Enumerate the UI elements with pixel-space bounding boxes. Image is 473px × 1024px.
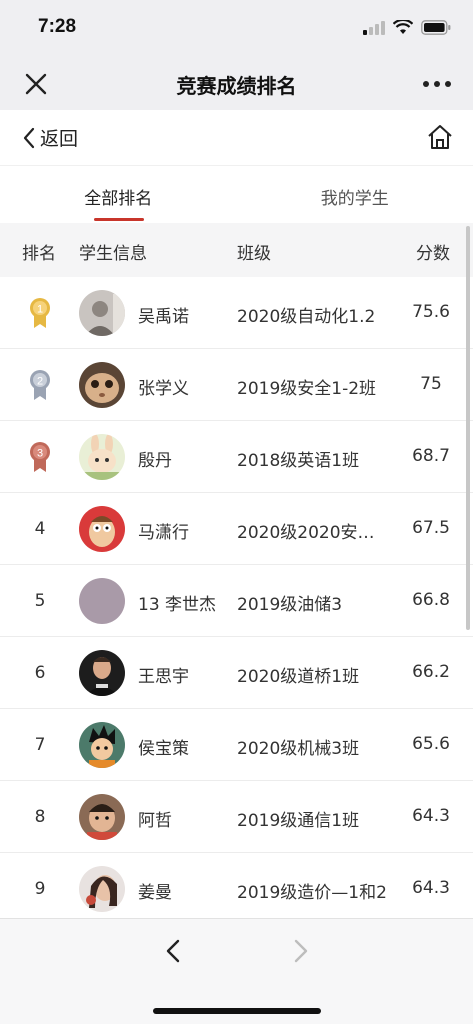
- silver-medal-icon: 2: [30, 370, 50, 400]
- class-name: 2019级安全1-2班: [237, 379, 377, 399]
- column-header-score: 分数: [416, 244, 450, 264]
- avatar: [79, 578, 125, 624]
- status-icons: [363, 20, 451, 35]
- avatar: [79, 794, 125, 840]
- class-name: 2019级油储3: [237, 595, 343, 615]
- student-name: 侯宝策: [138, 739, 189, 759]
- table-row[interactable]: 6 王思宇 2020级道桥1班 66.2: [0, 637, 473, 709]
- active-tab-indicator: [94, 218, 144, 221]
- bronze-medal-icon: 3: [30, 442, 50, 472]
- table-row[interactable]: 7 侯宝策 2020级机械3班 65.6: [0, 709, 473, 781]
- class-name: 2020级自动化1.2: [237, 307, 376, 327]
- class-name: 2019级造价—1和2: [237, 883, 387, 903]
- rank-cell: 1: [22, 277, 58, 349]
- rank-number: 6: [34, 663, 46, 683]
- status-time: 7:28: [38, 16, 77, 37]
- avatar: [79, 434, 125, 480]
- gold-medal-icon: 1: [30, 298, 50, 328]
- class-name: 2020级机械3班: [237, 739, 360, 759]
- column-header-rank: 排名: [22, 244, 56, 264]
- rank-cell: 2: [22, 349, 58, 421]
- battery-icon: [421, 20, 451, 35]
- score: 67.5: [412, 518, 450, 538]
- table-row[interactable]: 9 姜曼 2019级造价—1和2 64.3: [0, 853, 473, 918]
- chevron-right-icon[interactable]: [286, 937, 314, 965]
- home-icon[interactable]: [425, 122, 455, 152]
- more-options-icon[interactable]: [421, 72, 453, 96]
- student-name: 王思宇: [138, 667, 189, 687]
- title-bar: 竞赛成绩排名: [0, 58, 473, 110]
- class-name: 2020级道桥1班: [237, 667, 360, 687]
- student-name: 吴禹诺: [138, 307, 189, 327]
- rank-number: 1: [37, 304, 43, 316]
- student-name: 殷丹: [138, 451, 172, 471]
- avatar: [79, 362, 125, 408]
- rank-number: 2: [37, 376, 43, 388]
- score: 68.7: [412, 446, 450, 466]
- score: 75: [420, 374, 442, 394]
- column-header-student: 学生信息: [79, 244, 147, 264]
- table-header: 排名 学生信息 班级 分数: [0, 223, 473, 277]
- back-button[interactable]: 返回: [22, 124, 78, 151]
- main-content: 返回 全部排名 我的学生 排名 学生信息 班级 分数 1 吴禹诺 2020级自动…: [0, 110, 473, 918]
- rank-number: 5: [34, 591, 46, 611]
- student-name: 马潇行: [138, 523, 189, 543]
- rank-number: 7: [34, 735, 46, 755]
- score: 66.8: [412, 590, 450, 610]
- rank-number: 4: [34, 519, 46, 539]
- table-row[interactable]: 4 马潇行 2020级2020安全… 67.5: [0, 493, 473, 565]
- nav-row: 返回: [0, 110, 473, 166]
- cellular-signal-icon: [363, 20, 385, 35]
- table-row[interactable]: 2 张学义 2019级安全1-2班 75: [0, 349, 473, 421]
- score: 75.6: [412, 302, 450, 322]
- bottom-toolbar: [0, 918, 473, 1024]
- scrollbar[interactable]: [466, 226, 470, 630]
- back-label: 返回: [40, 128, 79, 150]
- page-title: 竞赛成绩排名: [176, 74, 297, 98]
- table-row[interactable]: 3 殷丹 2018级英语1班 68.7: [0, 421, 473, 493]
- tab-my-students[interactable]: 我的学生: [237, 166, 473, 223]
- chevron-left-icon: [23, 127, 35, 148]
- wifi-icon: [393, 20, 413, 34]
- score: 66.2: [412, 662, 450, 682]
- student-name: 13 李世杰: [138, 595, 217, 615]
- score: 65.6: [412, 734, 450, 754]
- tab-all-ranking[interactable]: 全部排名: [0, 166, 237, 223]
- avatar: [79, 506, 125, 552]
- rank-cell: 3: [22, 421, 58, 493]
- rank-number: 3: [37, 448, 43, 460]
- student-name: 张学义: [138, 379, 189, 399]
- column-header-class: 班级: [237, 244, 271, 264]
- score: 64.3: [412, 878, 450, 898]
- table-row[interactable]: 5 13 李世杰 2019级油储3 66.8: [0, 565, 473, 637]
- tab-bar: 全部排名 我的学生: [0, 166, 473, 223]
- score: 64.3: [412, 806, 450, 826]
- avatar: [79, 866, 125, 912]
- avatar: [79, 722, 125, 768]
- class-name: 2020级2020安全…: [237, 523, 387, 543]
- student-name: 阿哲: [138, 811, 172, 831]
- class-name: 2018级英语1班: [237, 451, 360, 471]
- rank-number: 9: [34, 879, 46, 899]
- class-name: 2019级通信1班: [237, 811, 360, 831]
- avatar: [79, 290, 125, 336]
- chevron-left-icon[interactable]: [160, 937, 188, 965]
- status-bar: 7:28: [0, 0, 473, 58]
- table-row[interactable]: 1 吴禹诺 2020级自动化1.2 75.6: [0, 277, 473, 349]
- student-name: 姜曼: [138, 883, 172, 903]
- rank-number: 8: [34, 807, 46, 827]
- avatar: [79, 650, 125, 696]
- home-indicator: [153, 1008, 321, 1014]
- table-row[interactable]: 8 阿哲 2019级通信1班 64.3: [0, 781, 473, 853]
